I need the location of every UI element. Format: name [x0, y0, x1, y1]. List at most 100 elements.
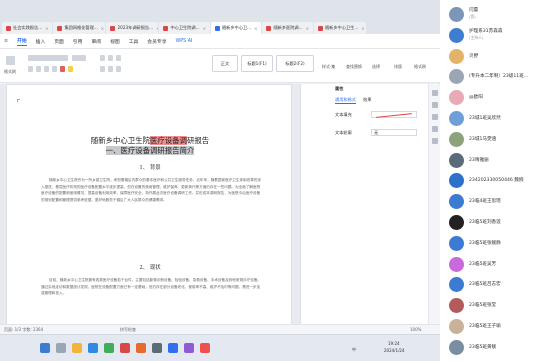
participant-row[interactable]: 23临5班刘香莲: [441, 212, 550, 234]
ribbon-tab-home[interactable]: 开始: [17, 37, 27, 46]
participant-row[interactable]: 23城1马雯涵: [441, 129, 550, 151]
ribbon-tab-wps-ai[interactable]: WPS AI: [176, 39, 193, 44]
doc-tab-1[interactable]: 集团网格化管理... ×: [53, 22, 106, 34]
format-brush-button[interactable]: 格式刷: [414, 64, 426, 70]
style-heading1[interactable]: 标题1(F1): [241, 55, 273, 72]
close-icon[interactable]: ×: [45, 26, 48, 31]
underline-icon[interactable]: [44, 66, 49, 72]
participant-row[interactable]: 23城1班吴欣然: [441, 108, 550, 130]
close-icon[interactable]: ×: [156, 26, 158, 31]
app-icon-2[interactable]: [152, 343, 162, 353]
text-fill-label[interactable]: 文本填充: [335, 112, 352, 118]
title-highlight: 医疗设备调: [149, 136, 187, 145]
layout-button[interactable]: 排版: [394, 64, 402, 70]
section-paragraph-2[interactable]: 目前，随新乡中心卫生院拥有各类医疗设备若干台件，主要包括影像诊断设备、检验设备、…: [41, 277, 263, 324]
participant-row[interactable]: 护理系31苏森森 (主持人): [441, 25, 550, 47]
participant-row[interactable]: @欧阳: [441, 87, 550, 109]
close-icon[interactable]: ×: [101, 26, 104, 31]
ribbon-tab-tools[interactable]: 工具: [129, 38, 139, 45]
text-outline-label[interactable]: 文本轮廓: [335, 130, 352, 136]
ribbon-tab-insert[interactable]: 插入: [36, 38, 46, 45]
search-icon[interactable]: [56, 343, 66, 353]
ribbon-tab-review[interactable]: 审阅: [91, 38, 101, 45]
participant-row[interactable]: 贝野: [441, 46, 550, 68]
participant-row[interactable]: 23临4班王思瑶: [441, 191, 550, 213]
doc-tab-label: 社会实践报告...: [13, 25, 43, 30]
align-right-icon[interactable]: [116, 66, 121, 72]
find-replace-button[interactable]: 查找替换: [346, 64, 362, 70]
ribbon-tab-page[interactable]: 页面: [54, 38, 64, 45]
properties-icon[interactable]: [432, 90, 438, 96]
style-icon[interactable]: [432, 102, 438, 108]
numbering-icon[interactable]: [108, 55, 113, 61]
select-button[interactable]: 选择: [372, 64, 380, 70]
participant-row[interactable]: 23临5班王子瑜: [441, 316, 550, 338]
app-icon[interactable]: [136, 343, 146, 353]
participant-row[interactable]: 闫蕾 (我): [441, 4, 550, 26]
close-icon[interactable]: ×: [203, 26, 206, 31]
select-icon[interactable]: [432, 114, 438, 120]
folder-icon[interactable]: [72, 343, 82, 353]
ribbon-tab-reference[interactable]: 引用: [73, 38, 83, 45]
participant-row[interactable]: 23临5班张靓静: [441, 233, 550, 255]
spell-check[interactable]: 拼写检查: [120, 327, 136, 333]
style-normal[interactable]: 正文: [212, 55, 238, 72]
doc-tab-4[interactable]: 随新乡中心卫... ×: [210, 22, 262, 34]
highlight-icon[interactable]: [68, 66, 73, 72]
text-fill-select[interactable]: [371, 111, 417, 118]
nav-icon[interactable]: [432, 126, 438, 132]
share-icon[interactable]: [432, 138, 438, 144]
participant-row[interactable]: 234202330050446 魏婉: [441, 170, 550, 192]
app-icon-3[interactable]: [168, 343, 178, 353]
doc-tab-3[interactable]: 中心卫生院调... ×: [159, 22, 210, 34]
doc-tab-2[interactable]: 2023年调研报告... ×: [106, 22, 159, 34]
align-center-icon[interactable]: [108, 66, 113, 72]
style-heading2[interactable]: 标题2(F2): [276, 55, 314, 72]
avatar: [449, 194, 464, 210]
font-size-select[interactable]: [72, 55, 86, 61]
avatar: [449, 298, 464, 314]
indent-icon[interactable]: [116, 55, 121, 61]
strikethrough-icon[interactable]: [52, 66, 57, 72]
bold-icon[interactable]: [28, 66, 33, 72]
participant-row[interactable]: 23临5班黄靓: [441, 337, 550, 359]
app-icon-4[interactable]: [184, 343, 194, 353]
screen: 社会实践报告... × 集团网格化管理... × 2023年调研报告... × 中心卫…: [0, 0, 550, 361]
participant-row[interactable]: 23晴雅骊: [441, 150, 550, 172]
wechat-icon[interactable]: [104, 343, 114, 353]
bullets-icon[interactable]: [100, 55, 105, 61]
doc-tab-0[interactable]: 社会实践报告... ×: [2, 22, 53, 34]
style-set-button[interactable]: 样式·集: [322, 64, 335, 70]
participant-row[interactable]: (专升本二年制）23级11班...: [441, 66, 550, 88]
start-icon[interactable]: [40, 343, 50, 353]
doc-tab-5[interactable]: 随新乡医院调... ×: [262, 22, 313, 34]
input-language[interactable]: 中: [352, 347, 356, 353]
align-left-icon[interactable]: [100, 66, 105, 72]
text-outline-select[interactable]: 无: [371, 129, 417, 136]
close-icon[interactable]: ×: [254, 26, 257, 31]
wps-icon[interactable]: [120, 343, 130, 353]
doc-tab-6[interactable]: 随新乡中心卫生... ×: [313, 22, 366, 34]
title-text: 随新乡中心卫生院: [90, 136, 150, 145]
browser-icon[interactable]: [88, 343, 98, 353]
pane-tab-effect[interactable]: 效果: [363, 97, 371, 103]
close-icon[interactable]: ×: [361, 26, 364, 31]
pane-tab-format[interactable]: 通用和格式: [335, 97, 356, 104]
participant-row[interactable]: 23临5班张莹: [441, 295, 550, 317]
zoom-level[interactable]: 100%: [410, 327, 421, 332]
participant-row[interactable]: 23临5班吕志宏: [441, 274, 550, 296]
section-paragraph-1[interactable]: 随新乡中心卫生院作为一所乡镇卫生院，承担着辖区内群众的基本医疗和公共卫生服务任务…: [41, 177, 263, 257]
italic-icon[interactable]: [36, 66, 41, 72]
font-select[interactable]: [28, 55, 68, 61]
document-page[interactable]: 随新乡中心卫生院医疗设备调研报告 一、医疗设备调研报告简介 1、 背景 随新乡中…: [6, 84, 292, 324]
format-painter-icon[interactable]: [6, 56, 15, 65]
participant-row[interactable]: 23临5班吴芳: [441, 254, 550, 276]
doc-tab-label: 中心卫生院调...: [170, 25, 200, 30]
font-color-icon[interactable]: [60, 66, 65, 72]
ribbon-tab-member[interactable]: 会员专享: [147, 38, 166, 45]
menu-icon[interactable]: ≡: [4, 39, 8, 44]
ribbon-tab-view[interactable]: 视图: [110, 38, 120, 45]
document-subtitle[interactable]: 一、医疗设备调研报告简介: [7, 145, 293, 156]
app-icon-5[interactable]: [200, 343, 210, 353]
close-icon[interactable]: ×: [306, 26, 309, 31]
